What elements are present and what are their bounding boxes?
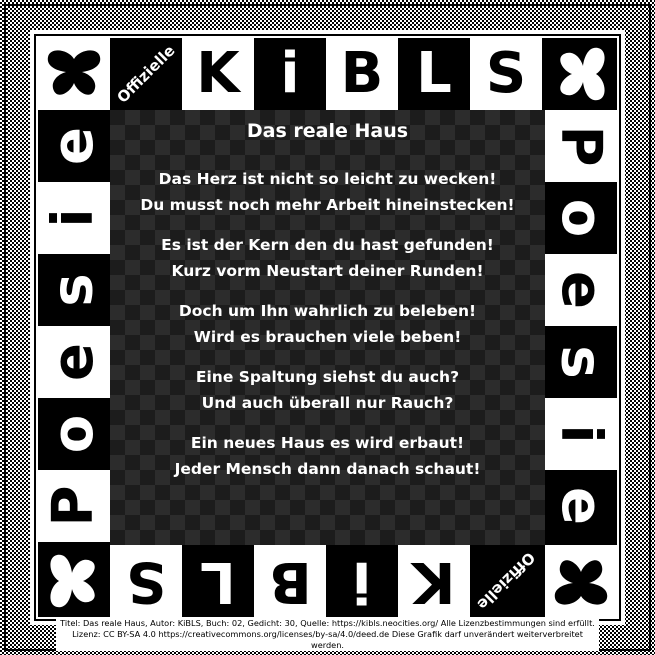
butterfly-icon xyxy=(553,556,609,606)
side-cell-right-4: s xyxy=(545,326,617,398)
left-letter-i: i xyxy=(40,208,106,228)
left-letter-e2: e xyxy=(40,343,106,381)
letter-cell-top-1: K xyxy=(182,38,254,110)
side-cell-right-5: i xyxy=(545,398,617,470)
offizielle-badge-top: Offizielle xyxy=(113,41,179,107)
butterfly-icon xyxy=(556,46,606,102)
poem-line: Kurz vorm Neustart deiner Runden! xyxy=(171,262,484,280)
poem-stanza-1: Das Herz ist nicht so leicht zu wecken! … xyxy=(110,166,545,218)
poem-stanza-3: Doch um Ihn wahrlich zu beleben! Wird es… xyxy=(110,298,545,350)
side-cell-right-6: e xyxy=(545,470,617,542)
poem-line: Das Herz ist nicht so leicht zu wecken! xyxy=(158,170,497,188)
butterfly-cell-bottom-left xyxy=(38,545,110,617)
poem-line: Du musst noch mehr Arbeit hineinstecken! xyxy=(140,196,515,214)
header-letter-s: S xyxy=(485,41,527,106)
side-cell-left-1: e xyxy=(38,110,110,182)
poem-line: Doch um Ihn wahrlich zu beleben! xyxy=(178,302,477,320)
letter-cell-bottom-4: i xyxy=(326,545,398,617)
letter-cell-bottom-5: K xyxy=(398,545,470,617)
letter-cell-bottom-1: S xyxy=(110,545,182,617)
poem-line: Es ist der Kern den du hast gefunden! xyxy=(161,236,494,254)
side-cell-left-3: s xyxy=(38,254,110,326)
right-letter-e: e xyxy=(548,271,614,309)
header-letter-l: L xyxy=(416,41,452,106)
poem-stanza-2: Es ist der Kern den du hast gefunden! Ku… xyxy=(110,232,545,284)
poem-line: Jeder Mensch dann danach schaut! xyxy=(174,460,481,478)
letter-cell-bottom-2: L xyxy=(182,545,254,617)
bottom-letter-s: S xyxy=(125,549,167,614)
poem-title: Das reale Haus xyxy=(246,120,409,142)
left-letter-s: s xyxy=(41,273,106,307)
header-letter-i: i xyxy=(280,41,300,106)
badge-cell-bottom: Offizielle xyxy=(470,545,542,617)
license-footer: Titel: Das reale Haus, Autor: KiBLS, Buc… xyxy=(56,618,599,651)
bottom-letter-i: i xyxy=(352,549,372,614)
side-cell-left-2: i xyxy=(38,182,110,254)
letter-cell-top-4: L xyxy=(398,38,470,110)
letter-cell-top-2: i xyxy=(254,38,326,110)
side-cell-left-5: o xyxy=(38,398,110,470)
side-cell-right-1: P xyxy=(545,110,617,182)
left-letter-e: e xyxy=(40,127,106,165)
side-cell-left-6: P xyxy=(38,470,110,542)
bottom-letter-l: L xyxy=(200,549,236,614)
header-letter-k: K xyxy=(196,41,240,106)
footer-line-1: Titel: Das reale Haus, Autor: KiBLS, Buc… xyxy=(60,618,595,628)
right-letter-i: i xyxy=(548,424,614,444)
right-letter-o: o xyxy=(548,198,614,238)
offizielle-badge-bottom: Offizielle xyxy=(473,548,539,614)
badge-cell-top: Offizielle xyxy=(110,38,182,110)
poem-line: Wird es brauchen viele beben! xyxy=(193,328,462,346)
footer-line-2: Lizenz: CC BY-SA 4.0 https://creativecom… xyxy=(72,629,583,650)
butterfly-cell-top-left xyxy=(38,38,110,110)
letter-cell-bottom-3: B xyxy=(254,545,326,617)
header-letter-b: B xyxy=(340,41,384,106)
left-letter-o: o xyxy=(40,414,106,454)
letter-cell-top-5: S xyxy=(470,38,542,110)
bottom-letter-b: B xyxy=(268,549,312,614)
poem: Das reale Haus Das Herz ist nicht so lei… xyxy=(110,110,545,496)
bottom-letter-k: K xyxy=(412,549,456,614)
poem-line: Ein neues Haus es wird erbaut! xyxy=(190,434,465,452)
letter-cell-top-3: B xyxy=(326,38,398,110)
butterfly-icon xyxy=(49,553,99,609)
right-letter-s: s xyxy=(549,345,614,379)
butterfly-cell-top-right xyxy=(545,38,617,110)
poem-line: Eine Spaltung siehst du auch? xyxy=(195,368,460,386)
left-letter-p: P xyxy=(40,485,106,527)
poem-stanza-4: Eine Spaltung siehst du auch? Und auch ü… xyxy=(110,364,545,416)
poem-line: Und auch überall nur Rauch? xyxy=(201,394,454,412)
butterfly-icon xyxy=(46,49,102,99)
poem-stanza-5: Ein neues Haus es wird erbaut! Jeder Men… xyxy=(110,430,545,482)
butterfly-cell-bottom-right xyxy=(545,545,617,617)
side-cell-right-2: o xyxy=(545,182,617,254)
right-letter-p: P xyxy=(548,125,614,167)
side-cell-left-4: e xyxy=(38,326,110,398)
side-cell-right-3: e xyxy=(545,254,617,326)
right-letter-e2: e xyxy=(548,487,614,525)
